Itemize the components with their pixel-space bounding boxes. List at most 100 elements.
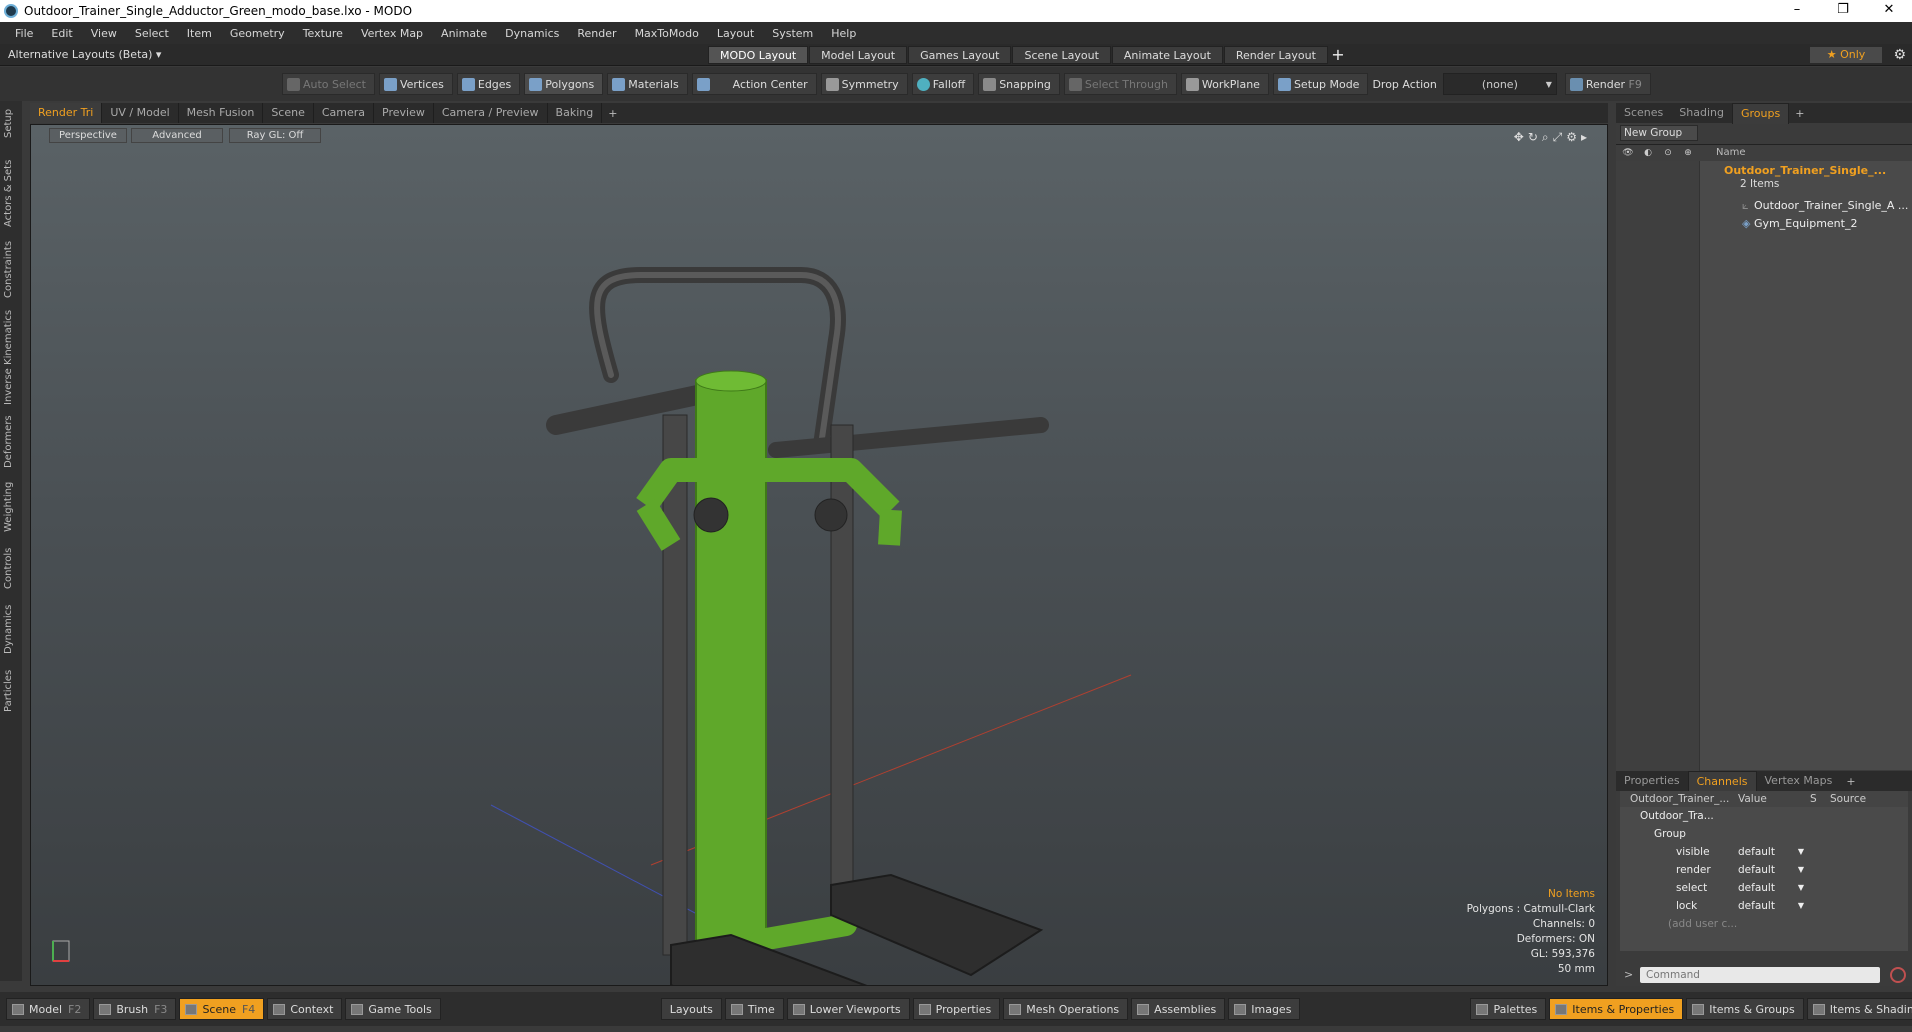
menu-item[interactable]: Item [187, 27, 212, 40]
action-center-button[interactable]: Action Center [691, 73, 817, 95]
channel-value-dropdown[interactable]: default [1738, 861, 1804, 879]
setup-mode-button[interactable]: Setup Mode [1272, 73, 1369, 95]
tab-render-tri[interactable]: Render Tri [30, 103, 103, 123]
tab-groups[interactable]: Groups [1731, 102, 1790, 124]
menu-animate[interactable]: Animate [441, 27, 487, 40]
tab-scene-layout[interactable]: Scene Layout [1012, 46, 1111, 64]
channel-row[interactable]: visible default [1620, 843, 1908, 861]
gear-icon[interactable]: ⚙ [1893, 47, 1906, 63]
tab-baking[interactable]: Baking [548, 103, 603, 123]
menu-layout[interactable]: Layout [717, 27, 754, 40]
palettes-button[interactable]: Palettes [1470, 998, 1547, 1020]
lower-viewports-button[interactable]: Lower Viewports [786, 998, 910, 1020]
group-row[interactable]: Outdoor_Trainer_Single_... 2 Items [1616, 163, 1912, 193]
alternative-layouts-dropdown[interactable]: Alternative Layouts (Beta) ▾ [8, 48, 161, 61]
tab-camera[interactable]: Camera [314, 103, 375, 123]
group-child-row[interactable]: ⟀ Outdoor_Trainer_Single_A ... [1616, 197, 1912, 215]
tab-render-layout[interactable]: Render Layout [1223, 46, 1328, 64]
vtab-controls[interactable]: Controls [3, 543, 19, 593]
add-viewport-tab-button[interactable]: + [602, 107, 623, 120]
add-layout-button[interactable]: + [1329, 46, 1347, 64]
symmetry-button[interactable]: Symmetry [820, 73, 908, 95]
channel-row[interactable]: lock default [1620, 897, 1908, 915]
drop-action-dropdown[interactable]: (none) [1442, 73, 1557, 96]
auto-select-button[interactable]: Auto Select [282, 73, 375, 95]
add-panel-tab-button[interactable]: + [1840, 775, 1861, 788]
command-history-icon[interactable] [1890, 967, 1906, 983]
group-child-row[interactable]: ◈ Gym_Equipment_2 [1616, 215, 1912, 233]
restore-button[interactable]: ❐ [1820, 0, 1866, 22]
menu-geometry[interactable]: Geometry [230, 27, 285, 40]
vtab-dynamics[interactable]: Dynamics [3, 601, 19, 657]
minimize-button[interactable]: – [1774, 0, 1820, 22]
tab-properties[interactable]: Properties [1616, 771, 1688, 791]
brush-tab-button[interactable]: Brush F3 [93, 998, 177, 1020]
menu-select[interactable]: Select [135, 27, 169, 40]
channel-value-dropdown[interactable]: default [1738, 879, 1804, 897]
tab-vertex-maps[interactable]: Vertex Maps [1757, 771, 1841, 791]
tab-channels[interactable]: Channels [1687, 770, 1757, 792]
channel-row[interactable]: render default [1620, 861, 1908, 879]
menu-view[interactable]: View [91, 27, 117, 40]
items-shading-button[interactable]: Items & Shading [1806, 998, 1912, 1020]
menu-dynamics[interactable]: Dynamics [505, 27, 559, 40]
tab-animate-layout[interactable]: Animate Layout [1111, 46, 1223, 64]
close-button[interactable]: ✕ [1866, 0, 1912, 22]
menu-render[interactable]: Render [577, 27, 616, 40]
channel-row[interactable]: Group [1620, 825, 1908, 843]
vtab-actors-sets[interactable]: Actors & Sets [3, 157, 19, 229]
menu-file[interactable]: File [15, 27, 33, 40]
tab-mesh-fusion[interactable]: Mesh Fusion [179, 103, 264, 123]
channel-row[interactable]: Outdoor_Tra... [1620, 807, 1908, 825]
tab-scene[interactable]: Scene [263, 103, 314, 123]
menu-system[interactable]: System [772, 27, 813, 40]
vtab-particles[interactable]: Particles [3, 663, 19, 719]
vtab-deformers[interactable]: Deformers [3, 413, 19, 471]
context-tab-button[interactable]: Context [267, 998, 343, 1020]
materials-button[interactable]: Materials [607, 73, 688, 95]
vertices-button[interactable]: Vertices [378, 73, 453, 95]
properties-button[interactable]: Properties [912, 998, 1001, 1020]
menu-vertex-map[interactable]: Vertex Map [361, 27, 423, 40]
falloff-button[interactable]: Falloff [911, 73, 975, 95]
3d-viewport[interactable]: Perspective Advanced Ray GL: Off ✥↻⌕⤢⚙▸ [30, 124, 1608, 986]
tab-games-layout[interactable]: Games Layout [908, 46, 1012, 64]
menu-edit[interactable]: Edit [51, 27, 72, 40]
command-input[interactable]: Command [1640, 967, 1880, 983]
tab-scenes[interactable]: Scenes [1616, 103, 1671, 123]
game-tools-tab-button[interactable]: Game Tools [345, 998, 441, 1020]
tab-model-layout[interactable]: Model Layout [809, 46, 908, 64]
items-properties-button[interactable]: Items & Properties [1549, 998, 1684, 1020]
add-panel-tab-button[interactable]: + [1789, 107, 1810, 120]
model-tab-button[interactable]: Model F2 [6, 998, 91, 1020]
assemblies-button[interactable]: Assemblies [1131, 998, 1226, 1020]
tab-uv-model[interactable]: UV / Model [102, 103, 179, 123]
channel-value-dropdown[interactable]: default [1738, 897, 1804, 915]
layouts-button[interactable]: Layouts [660, 998, 722, 1020]
items-groups-button[interactable]: Items & Groups [1686, 998, 1804, 1020]
new-group-button[interactable]: New Group [1620, 125, 1698, 141]
tab-preview[interactable]: Preview [374, 103, 434, 123]
menu-help[interactable]: Help [831, 27, 856, 40]
time-button[interactable]: Time [724, 998, 784, 1020]
render-button[interactable]: Render F9 [1564, 73, 1651, 95]
menu-maxtomodo[interactable]: MaxToModo [635, 27, 699, 40]
polygons-button[interactable]: Polygons [524, 73, 604, 95]
images-button[interactable]: Images [1228, 998, 1301, 1020]
vtab-setup[interactable]: Setup [3, 105, 19, 141]
edges-button[interactable]: Edges [456, 73, 521, 95]
channel-row[interactable]: select default [1620, 879, 1908, 897]
mesh-operations-button[interactable]: Mesh Operations [1003, 998, 1129, 1020]
menu-texture[interactable]: Texture [303, 27, 343, 40]
only-toggle[interactable]: ★ Only [1810, 47, 1882, 63]
vtab-constraints[interactable]: Constraints [3, 237, 19, 301]
add-user-channel-row[interactable]: (add user c... [1620, 915, 1908, 933]
tab-camera-preview[interactable]: Camera / Preview [434, 103, 548, 123]
scene-tab-button[interactable]: Scene F4 [179, 998, 265, 1020]
vtab-weighting[interactable]: Weighting [3, 479, 19, 535]
snapping-button[interactable]: Snapping [978, 73, 1060, 95]
select-through-button[interactable]: Select Through [1063, 73, 1177, 95]
tab-modo-layout[interactable]: MODO Layout [708, 46, 809, 64]
tab-shading[interactable]: Shading [1671, 103, 1732, 123]
channel-value-dropdown[interactable]: default [1738, 843, 1804, 861]
